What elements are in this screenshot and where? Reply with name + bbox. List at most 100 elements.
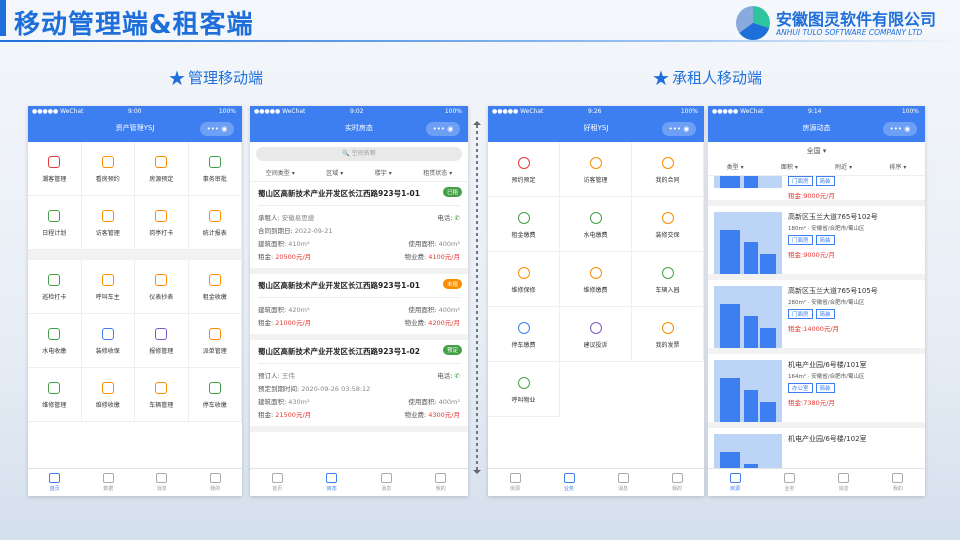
filter-dropdown[interactable]: 排序 ▾ — [889, 160, 906, 175]
listing-tags: 办公室 简装 — [788, 383, 867, 393]
menu-item[interactable]: 水电缴费 — [560, 197, 632, 252]
listing-name: 机电产业园/6号楼/102室 — [788, 435, 867, 443]
menu-item[interactable]: 维修收缴 — [81, 368, 135, 422]
tab-icon — [102, 473, 114, 483]
phone-icon[interactable]: ✆ — [455, 372, 460, 380]
menu-item[interactable]: 事务审批 — [188, 142, 242, 196]
menu-item[interactable]: 房源预定 — [135, 142, 189, 196]
tab-bar: 房源 业务 消息 我的 — [708, 468, 925, 496]
tenant-grid: 预约预定 访客管理 我的合同租金缴费 水电缴费 装修交保维修保修 维修缴费 车辆入园停车缴费… — [488, 142, 704, 417]
menu-item[interactable]: 岗亭打卡 — [135, 196, 189, 250]
filter-dropdown[interactable]: 面积 ▾ — [781, 160, 798, 175]
menu-item[interactable]: 统计报表 — [188, 196, 242, 250]
menu-item[interactable]: 我的合同 — [632, 142, 704, 197]
menu-item[interactable]: 维修缴费 — [560, 252, 632, 307]
filter-dropdown[interactable]: 空间类型 ▾ — [266, 166, 295, 181]
room-card[interactable]: 蜀山区高新技术产业开发区长江西路923号1-01 已租 承租人: 安徽易思捷 电话: … — [250, 182, 468, 274]
menu-item-label: 装修交保 — [655, 232, 680, 239]
mini-capsule-button[interactable]: ••• ◉ — [200, 122, 234, 136]
partial-listing[interactable]: 门面房 简装 租金:9000元/月 — [708, 176, 925, 206]
menu-item[interactable]: 看房预约 — [81, 142, 135, 196]
menu-item[interactable]: 停车收缴 — [188, 368, 242, 422]
menu-item[interactable]: 日程计划 — [28, 196, 82, 250]
menu-item[interactable]: 派单管理 — [188, 314, 242, 368]
listing-price: 租金:9000元/月 — [788, 192, 835, 200]
menu-item[interactable]: 水电收缴 — [28, 314, 82, 368]
menu-item[interactable]: 装修交保 — [632, 197, 704, 252]
tab-item[interactable]: 房态 — [305, 469, 360, 496]
menu-item-icon — [155, 156, 168, 168]
tab-item[interactable]: 房源 — [488, 469, 542, 496]
tab-item[interactable]: 数据 — [82, 469, 136, 496]
menu-item-icon — [208, 274, 221, 286]
phone-icon[interactable]: ✆ — [455, 214, 460, 222]
menu-item[interactable]: 建议投诉 — [560, 307, 632, 362]
tab-label: 业务 — [563, 486, 574, 492]
room-card[interactable]: 蜀山区高新技术产业开发区长江西路923号1-01 未租 建筑面积: 420m² 使用面… — [250, 274, 468, 340]
info-left: 合同到期日: 2022-09-21 — [258, 227, 333, 235]
tab-item[interactable]: 消息 — [359, 469, 414, 496]
listing-item[interactable]: 高新区玉兰大道765号105号 280m² · 安徽省/合肥市/蜀山区 门面房 简装租… — [708, 280, 925, 354]
menu-item[interactable]: 车辆管理 — [135, 368, 189, 422]
tab-item[interactable]: 我的 — [414, 469, 469, 496]
menu-item[interactable]: 租金收缴 — [188, 260, 242, 314]
mini-capsule-button[interactable]: ••• ◉ — [883, 122, 917, 136]
clock: 9:26 — [588, 108, 602, 115]
menu-item[interactable]: 预约预定 — [488, 142, 560, 197]
tab-item[interactable]: 消息 — [596, 469, 650, 496]
phone-admin-roomstatus: ●●●●● WeChat 9:02 100% 实时房态 ••• ◉ 🔍 空间名称 空间… — [250, 106, 468, 496]
tab-icon — [271, 473, 283, 483]
filter-dropdown[interactable]: 租赁状态 ▾ — [423, 166, 452, 181]
tab-bar: 房源 业务 消息 我的 — [488, 468, 704, 496]
room-card[interactable]: 蜀山区高新技术产业开发区长江西路923号1-02 预定 预订人: 王伟 电话: ✆ 预定… — [250, 340, 468, 432]
menu-item[interactable]: 仪表抄表 — [135, 260, 189, 314]
tab-item[interactable]: 我的 — [871, 469, 925, 496]
mini-capsule-button[interactable]: ••• ◉ — [662, 122, 696, 136]
filter-dropdown[interactable]: 类型 ▾ — [727, 160, 744, 175]
tab-label: 业务 — [784, 486, 795, 492]
tab-item[interactable]: 首页 — [28, 469, 82, 496]
menu-item-icon — [208, 156, 221, 168]
tab-item[interactable]: 首页 — [250, 469, 305, 496]
tab-icon — [892, 473, 904, 483]
menu-item[interactable]: 访客管理 — [81, 196, 135, 250]
filter-dropdown[interactable]: 附近 ▾ — [835, 160, 852, 175]
menu-item[interactable]: 潮客管理 — [28, 142, 82, 196]
menu-item[interactable]: 维修管理 — [28, 368, 82, 422]
tab-item[interactable]: 消息 — [817, 469, 871, 496]
listing-item[interactable]: 高新区玉兰大道765号102号 180m² · 安徽省/合肥市/蜀山区 门面房 简装租… — [708, 206, 925, 280]
menu-item[interactable]: 呼叫车主 — [81, 260, 135, 314]
menu-item[interactable]: 访客管理 — [560, 142, 632, 197]
city-selector[interactable]: 全国 ▾ — [708, 142, 925, 160]
room-address: 蜀山区高新技术产业开发区长江西路923号1-02 — [258, 346, 460, 364]
menu-item[interactable]: 装修收保 — [81, 314, 135, 368]
menu-item-icon — [661, 212, 674, 224]
tab-item[interactable]: 我的 — [189, 469, 243, 496]
menu-item[interactable]: 维修保修 — [488, 252, 560, 307]
filter-dropdown[interactable]: 区域 ▾ — [326, 166, 343, 181]
info-right: 物业费: 4200元/月 — [404, 319, 461, 327]
filter-dropdown[interactable]: 楼宇 ▾ — [375, 166, 392, 181]
tab-icon — [729, 473, 741, 483]
tab-item[interactable]: 业务 — [542, 469, 596, 496]
tab-item[interactable]: 消息 — [135, 469, 189, 496]
info-left: 租金: 21500元/月 — [258, 411, 312, 419]
menu-item[interactable]: 报修管理 — [135, 314, 189, 368]
tab-item[interactable]: 我的 — [650, 469, 704, 496]
menu-item[interactable]: 呼叫物业 — [488, 362, 560, 417]
menu-item[interactable]: 停车缴费 — [488, 307, 560, 362]
info-right: 电话: ✆ — [437, 214, 460, 222]
menu-item[interactable]: 巡检打卡 — [28, 260, 82, 314]
status-bar: ●●●●● WeChat 9:02 100% — [250, 106, 468, 118]
tab-item[interactable]: 业务 — [762, 469, 816, 496]
slide-title: 移动管理端&租客端 — [14, 10, 254, 40]
search-input[interactable]: 🔍 空间名称 — [256, 147, 462, 161]
info-right: 使用面积: 400m² — [408, 240, 460, 248]
tab-item[interactable]: 房源 — [708, 469, 762, 496]
menu-item[interactable]: 租金缴费 — [488, 197, 560, 252]
tab-label: 消息 — [617, 486, 628, 492]
menu-item[interactable]: 车辆入园 — [632, 252, 704, 307]
mini-capsule-button[interactable]: ••• ◉ — [426, 122, 460, 136]
listing-item[interactable]: 机电产业园/6号楼/101室 164m² · 安徽省/合肥市/蜀山区 办公室 简装 租金… — [708, 354, 925, 428]
menu-item[interactable]: 我的发票 — [632, 307, 704, 362]
